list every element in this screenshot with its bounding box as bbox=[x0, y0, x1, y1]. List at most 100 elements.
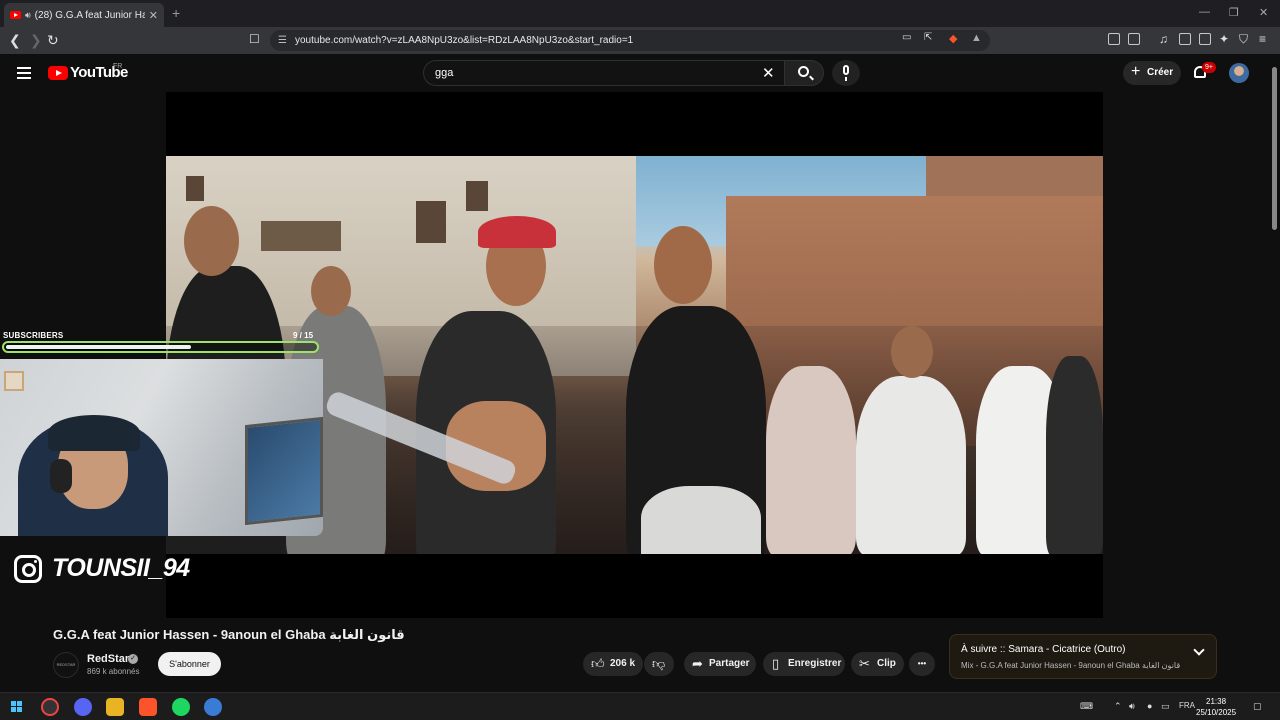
notification-center-icon[interactable]: ▢ bbox=[1253, 701, 1262, 712]
webcam-overlay bbox=[0, 359, 323, 536]
dislike-button[interactable]: 👎︎ bbox=[644, 652, 674, 676]
clock-time: 21:38 bbox=[1206, 697, 1227, 706]
new-tab-button[interactable]: + bbox=[172, 5, 180, 21]
media-icon[interactable]: ♫ bbox=[1159, 32, 1168, 46]
channel-name[interactable]: RedStar bbox=[87, 653, 129, 665]
speaker-icon[interactable]: 🔊︎ bbox=[25, 10, 31, 21]
region-code: FR bbox=[113, 63, 123, 70]
screenshot-icon[interactable] bbox=[1128, 33, 1140, 45]
youtube-logo-icon[interactable] bbox=[48, 66, 68, 80]
forward-icon[interactable]: ❯ bbox=[30, 32, 42, 49]
search-input[interactable]: gga bbox=[423, 60, 785, 86]
wallet-icon[interactable] bbox=[1199, 33, 1211, 45]
save-button[interactable]: ▯ Enregistrer bbox=[763, 652, 845, 676]
clip-label: Clip bbox=[877, 658, 896, 669]
verified-icon: ✓ bbox=[128, 654, 138, 664]
leo-ai-icon[interactable]: ✦ bbox=[1219, 32, 1229, 46]
instagram-handle: TOUNSII_94 bbox=[52, 554, 190, 582]
clip-button[interactable]: ✂ Clip bbox=[851, 652, 904, 676]
thumbs-down-icon: 👎︎ bbox=[652, 656, 666, 671]
vpn-icon[interactable]: ⛉ bbox=[1239, 32, 1248, 47]
save-label: Enregistrer bbox=[788, 658, 842, 669]
subscribers-goal-label: SUBSCRIBERS bbox=[3, 331, 64, 340]
up-next-card[interactable]: À suivre :: Samara - Cicatrice (Outro) M… bbox=[949, 634, 1217, 679]
headphones-icon bbox=[50, 459, 72, 493]
subscribe-button[interactable]: S'abonner bbox=[158, 652, 221, 676]
video-player[interactable] bbox=[166, 92, 1103, 618]
network-icon[interactable]: ▭ bbox=[1161, 701, 1170, 712]
page-scrollbar[interactable] bbox=[1270, 62, 1278, 698]
chevron-down-icon[interactable] bbox=[1193, 644, 1205, 656]
app-icon[interactable] bbox=[204, 698, 222, 716]
cast-icon[interactable]: ▭ bbox=[902, 32, 911, 43]
windows-start-icon[interactable] bbox=[11, 701, 23, 713]
share-page-icon[interactable]: ⇱ bbox=[924, 32, 932, 43]
channel-avatar[interactable]: REDSTAR bbox=[53, 652, 79, 678]
sidebar-icon[interactable] bbox=[1179, 33, 1191, 45]
channel-subscribers: 869 k abonnés bbox=[87, 667, 140, 676]
window-close-button[interactable]: ✕ bbox=[1259, 6, 1268, 19]
discord-app-icon[interactable] bbox=[74, 698, 92, 716]
scissors-icon: ✂ bbox=[859, 656, 870, 671]
more-actions-button[interactable]: ••• bbox=[909, 652, 935, 676]
video-title: G.G.A feat Junior Hassen - 9anoun el Gha… bbox=[53, 627, 405, 642]
microphone-icon bbox=[843, 65, 849, 75]
youtube-header: YouTube FR gga ✕ + Créer 9+ bbox=[0, 54, 1280, 92]
like-button[interactable]: 👍︎ 206 k bbox=[583, 652, 643, 676]
search-button[interactable] bbox=[784, 60, 824, 86]
up-next-title: À suivre :: Samara - Cicatrice (Outro) bbox=[961, 644, 1126, 655]
plus-icon: + bbox=[1131, 63, 1141, 80]
url-text: youtube.com/watch?v=zLAA8NpU3zo&list=RDz… bbox=[295, 35, 634, 46]
up-next-subtitle: Mix - G.G.A feat Junior Hassen - 9anoun … bbox=[961, 661, 1181, 670]
extensions-icon[interactable] bbox=[1108, 33, 1120, 45]
share-icon: ➦ bbox=[692, 656, 703, 671]
menu-icon[interactable]: ≡ bbox=[1259, 32, 1266, 46]
share-label: Partager bbox=[709, 658, 750, 669]
system-clock[interactable]: 21:38 25/10/2025 bbox=[1196, 696, 1236, 718]
hamburger-menu-icon[interactable] bbox=[17, 67, 31, 79]
browser-tab[interactable]: 🔊︎ (28) G.G.A feat Junior Hassen ✕ bbox=[4, 3, 164, 27]
site-info-icon[interactable]: ☰ bbox=[278, 30, 287, 51]
brave-shields-icon[interactable]: ◆ bbox=[949, 32, 957, 45]
clear-search-icon[interactable]: ✕ bbox=[762, 64, 775, 82]
clock-date: 25/10/2025 bbox=[1196, 708, 1237, 717]
address-toolbar: ❮ ❯ ↻ ☐ ☰ youtube.com/watch?v=zLAA8NpU3z… bbox=[0, 27, 1280, 54]
create-label: Créer bbox=[1147, 67, 1174, 78]
share-button[interactable]: ➦ Partager bbox=[684, 652, 756, 676]
subscribers-progress-fill bbox=[6, 345, 192, 349]
volume-icon[interactable]: 🔊︎ bbox=[1129, 701, 1135, 712]
subscribers-goal-count: 9 / 15 bbox=[293, 331, 314, 340]
search-icon bbox=[798, 66, 809, 77]
language-indicator[interactable]: FRA bbox=[1179, 701, 1195, 710]
youtube-favicon-icon bbox=[10, 11, 21, 19]
windows-taskbar: ⌨ ⌃ 🔊︎ ● ▭ FRA 21:38 25/10/2025 ▢ bbox=[0, 692, 1280, 720]
microphone-tray-icon[interactable]: ● bbox=[1147, 701, 1152, 711]
subscribers-progress-bar bbox=[2, 341, 319, 353]
minimize-button[interactable]: — bbox=[1199, 6, 1210, 18]
maximize-button[interactable]: ❐ bbox=[1229, 6, 1239, 19]
create-button[interactable]: + Créer bbox=[1123, 61, 1181, 85]
tray-expand-icon[interactable]: ⌃ bbox=[1114, 701, 1122, 712]
thumbs-up-icon: 👍︎ bbox=[591, 656, 605, 671]
brave-rewards-icon[interactable]: ▲ bbox=[971, 32, 982, 44]
browser-tab-bar: 🔊︎ (28) G.G.A feat Junior Hassen ✕ + — ❐… bbox=[0, 0, 1280, 27]
reload-icon[interactable]: ↻ bbox=[47, 32, 59, 49]
back-icon[interactable]: ❮ bbox=[9, 32, 21, 49]
like-count: 206 k bbox=[610, 658, 636, 669]
keyboard-icon[interactable]: ⌨ bbox=[1080, 701, 1093, 712]
tab-close-icon[interactable]: ✕ bbox=[149, 9, 158, 22]
file-explorer-icon[interactable] bbox=[106, 698, 124, 716]
channel-logo-text: REDSTAR bbox=[56, 662, 76, 667]
instagram-icon bbox=[14, 555, 42, 583]
notification-badge: 9+ bbox=[1202, 62, 1216, 73]
user-avatar[interactable] bbox=[1229, 63, 1249, 83]
bookmark-icon[interactable]: ☐ bbox=[249, 32, 260, 46]
bookmark-save-icon: ▯ bbox=[772, 656, 780, 671]
url-bar[interactable]: ☰ youtube.com/watch?v=zLAA8NpU3zo&list=R… bbox=[270, 30, 990, 51]
tab-title: (28) G.G.A feat Junior Hassen bbox=[34, 9, 145, 21]
spotify-app-icon[interactable] bbox=[172, 698, 190, 716]
brave-browser-icon[interactable] bbox=[139, 698, 157, 716]
voice-search-button[interactable] bbox=[832, 60, 860, 86]
obs-app-icon[interactable] bbox=[41, 698, 59, 716]
scrollbar-thumb[interactable] bbox=[1272, 67, 1277, 230]
